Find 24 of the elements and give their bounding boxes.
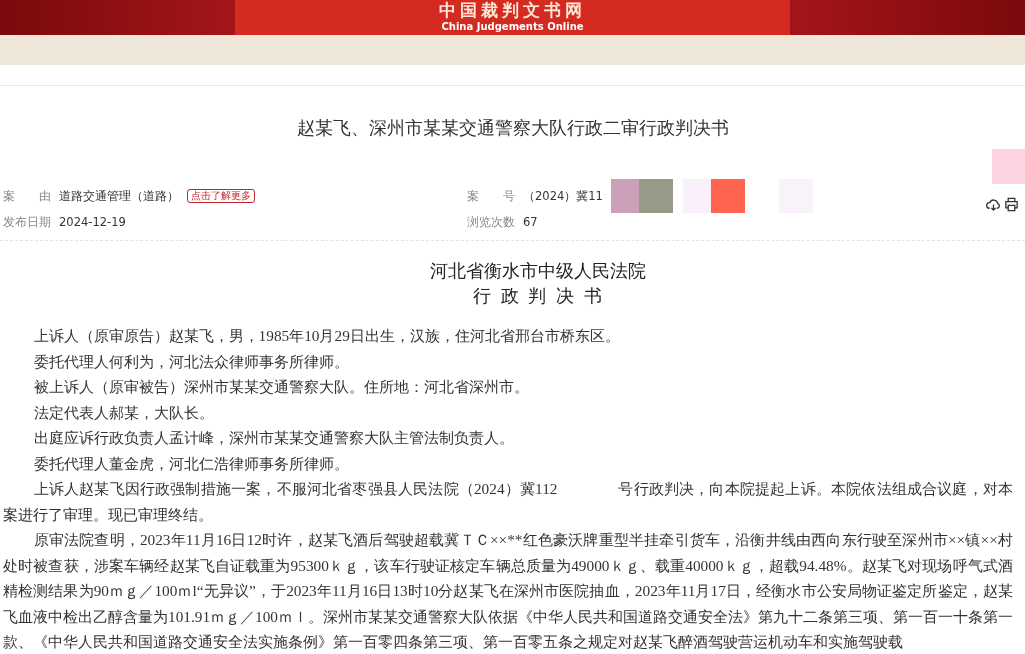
judgment-paragraph: 委托代理人董金虎，河北仁浩律师事务所律师。: [32, 453, 350, 474]
view-count-label: 浏览次数: [467, 214, 515, 230]
case-cause-label: 案 由: [3, 188, 51, 204]
judgment-paragraph: 出庭应诉行政负责人孟计峰，深州市某某交通警察大队主管法制负责人。: [32, 428, 515, 448]
judgment-paragraph: 上诉人（原审原告）赵某飞，男，1985年10月29日出生，汉族，住河北省邢台市桥东区。: [32, 326, 621, 346]
judgment-paragraph: 法定代表人郝某，大队长。: [32, 402, 215, 423]
print-icon[interactable]: [1004, 197, 1019, 212]
learn-more-button[interactable]: 点击了解更多: [187, 189, 255, 203]
document-title: 赵某飞、深州市某某交通警察大队行政二审行政判决书: [296, 117, 729, 138]
court-name: 河北省衡水市中级人民法院: [428, 260, 647, 283]
view-count-value: 67: [523, 215, 538, 229]
site-logo-text: 中国裁判文书网: [439, 0, 586, 20]
case-cause-value: 道路交通管理（道路）: [59, 188, 179, 204]
judgment-paragraph: 上诉人赵某飞因行政强制措施一案，不服河北省枣强县人民法院（2024）冀112 号行政判决，向本院提起上诉。本院依法组成合议庭，对本案进行了审理。现已审理终结。: [3, 479, 1013, 525]
publish-date-value: 2024-12-19: [59, 215, 126, 229]
case-number-label: 案 号: [467, 188, 515, 204]
document-type: 行政判决书: [471, 285, 614, 308]
judgment-paragraph: 原审法院查明，2023年11月16日12时许，赵某飞酒后驾驶超载冀ＴＣ××**红色豪沃牌重型半挂牵引货车，沿衡井线由西向东行驶至深州市××镇××村处时被查获，涉案车辆经赵某飞自证载重为95300ｋｇ，该车行驶证核定车辆总质量为49000ｋｇ、载重40000ｋｇ，超载94.48%。赵某飞对现场呼气式酒精检测结果为90ｍｇ／100ｍl“无异议”，于2023年11月16日13时10分赵某飞在深州市医院抽血，2023年11月17日，经衡水市公安局物证鉴定所鉴定，赵某飞血液中检出乙醇含量为101.91ｍｇ／100ｍｌ。深州市某某交通警察大队依据《中华人民共和国道路交通安全法》第九十二条第三项、第一百一十条第一款、《中华人民共和国道路交通安全法实施条例》第一百零四条第三项、第一百零五条之规定对赵某飞醉酒驾驶营运机动车和实施驾驶载: [3, 530, 1013, 652]
judgment-paragraph: 被上诉人（原审被告）深州市某某交通警察大队。住所地：河北省深州市。: [32, 377, 530, 397]
publish-date-label: 发布日期: [3, 214, 51, 230]
judgment-paragraph: 委托代理人何利为，河北法众律师事务所律师。: [32, 351, 350, 372]
download-icon[interactable]: [986, 197, 1001, 212]
site-logo-subtitle: China Judgements Online: [441, 20, 584, 33]
case-number-value: （2024）冀11: [523, 188, 603, 204]
